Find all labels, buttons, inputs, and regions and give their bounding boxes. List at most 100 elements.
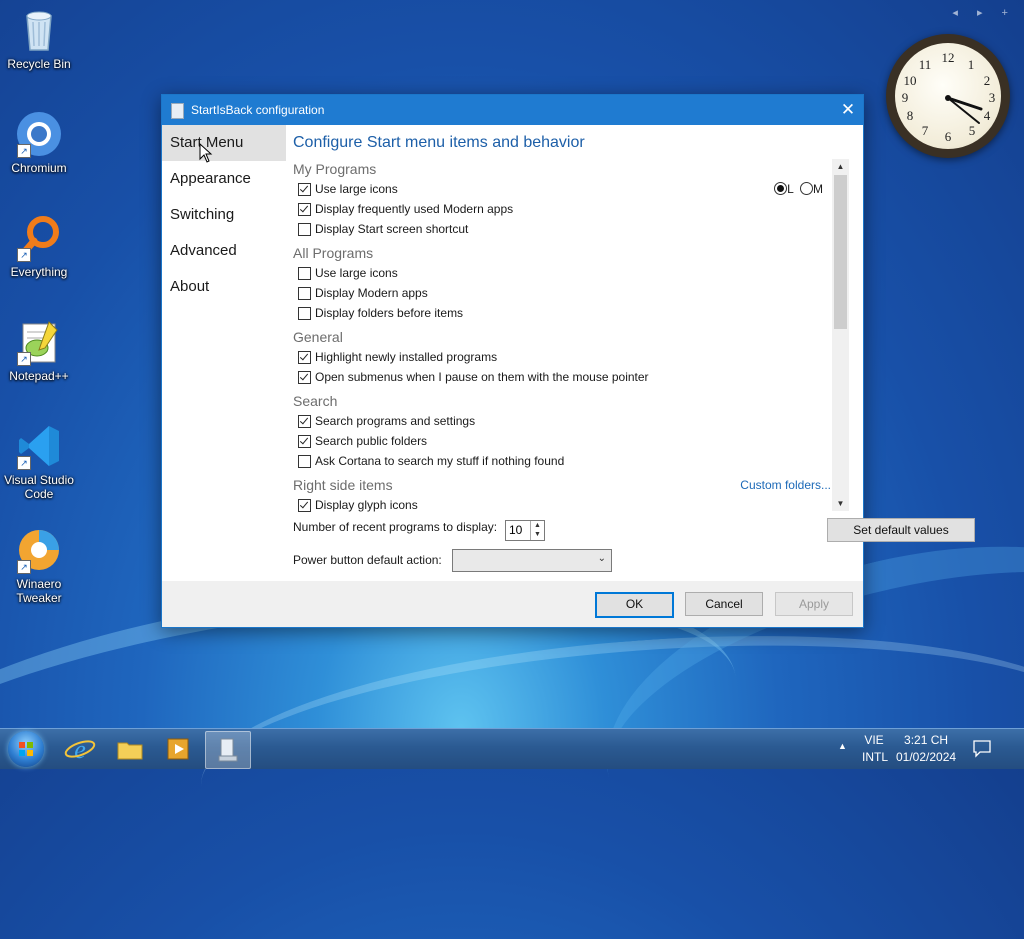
desktop-icon-recycle-bin[interactable]: Recycle Bin — [0, 6, 78, 71]
scroll-up-icon[interactable]: ▲ — [832, 159, 849, 174]
desktop-icon-label: Notepad++ — [9, 369, 69, 383]
tray-overflow-button[interactable]: ▲ — [838, 741, 847, 751]
option-gen-highlight[interactable]: Highlight newly installed programs — [293, 347, 831, 367]
taskbar-internet-explorer[interactable]: e — [58, 731, 102, 767]
sidebar-item-appearance[interactable]: Appearance — [162, 161, 286, 197]
radio-m[interactable] — [800, 182, 813, 195]
shortcut-arrow-icon: ↗ — [17, 560, 31, 574]
option-mp-large-icons[interactable]: Use large icons L M — [293, 179, 831, 199]
radio-l[interactable] — [774, 182, 788, 195]
stepper-value[interactable]: 10 — [509, 523, 522, 537]
option-label: Use large icons — [315, 182, 398, 196]
option-label: Use large icons — [315, 266, 398, 280]
windows-logo-icon — [19, 742, 33, 756]
section-general: General — [293, 329, 343, 345]
shortcut-arrow-icon: ↗ — [17, 144, 31, 158]
taskbar-media-player[interactable] — [156, 731, 200, 767]
checkbox[interactable] — [298, 499, 311, 512]
checkbox[interactable] — [298, 435, 311, 448]
section-my-programs: My Programs — [293, 161, 377, 177]
section-search: Search — [293, 393, 338, 409]
gadget-nav[interactable]: ◂ ▸ + — [952, 6, 1016, 19]
checkbox[interactable] — [298, 267, 311, 280]
option-label: Display frequently used Modern apps — [315, 202, 514, 216]
option-gen-submenus[interactable]: Open submenus when I pause on them with … — [293, 367, 831, 387]
radio-l-label: L — [787, 182, 794, 196]
svg-text:12: 12 — [942, 50, 955, 65]
option-label: Display folders before items — [315, 306, 464, 320]
option-mp-modern-apps[interactable]: Display frequently used Modern apps — [293, 199, 831, 219]
option-search-public[interactable]: Search public folders — [293, 431, 831, 451]
option-search-cortana[interactable]: Ask Cortana to search my stuff if nothin… — [293, 451, 831, 471]
option-label: Ask Cortana to search my stuff if nothin… — [315, 454, 565, 468]
power-action-select[interactable]: ⌄ — [452, 549, 612, 572]
title-bar[interactable]: StartIsBack configuration ✕ — [162, 95, 863, 125]
apply-button[interactable]: Apply — [775, 592, 853, 616]
custom-folders-link[interactable]: Custom folders... — [740, 475, 831, 495]
svg-text:5: 5 — [969, 123, 976, 138]
clock-face: 12 1 2 3 45 6 78 9 10 11 — [895, 43, 1001, 149]
language-top: VIE — [864, 733, 884, 747]
option-rs-glyph[interactable]: Display glyph icons — [293, 495, 831, 515]
sidebar: Start Menu Appearance Switching Advanced… — [162, 125, 286, 581]
icon-size-radio-group: L M — [774, 179, 823, 199]
option-label: Display Modern apps — [315, 286, 428, 300]
action-center-button[interactable] — [972, 738, 992, 761]
section-right-side: Right side items Custom folders... — [293, 475, 831, 495]
checkbox[interactable] — [298, 415, 311, 428]
cancel-button[interactable]: Cancel — [685, 592, 763, 616]
close-button[interactable]: ✕ — [833, 95, 863, 125]
desktop-icon-label: Everything — [10, 265, 68, 279]
vertical-scrollbar[interactable]: ▲ ▼ — [832, 159, 849, 511]
stepper-arrows-icon[interactable]: ▲ ▼ — [530, 521, 544, 540]
option-label: Display Start screen shortcut — [315, 222, 469, 236]
checkbox[interactable] — [298, 287, 311, 300]
desktop-icon-everything[interactable]: ↗ Everything — [0, 214, 78, 279]
option-label: Display glyph icons — [315, 498, 418, 512]
option-search-programs[interactable]: Search programs and settings — [293, 411, 831, 431]
ok-button[interactable]: OK — [595, 592, 674, 618]
recent-programs-stepper[interactable]: 10 ▲ ▼ — [505, 520, 545, 541]
shortcut-arrow-icon: ↗ — [17, 352, 31, 366]
sidebar-item-start-menu[interactable]: Start Menu — [162, 125, 286, 161]
sidebar-item-switching[interactable]: Switching — [162, 197, 286, 233]
scroll-down-icon[interactable]: ▼ — [832, 496, 849, 511]
set-default-values-button[interactable]: Set default values — [827, 518, 975, 542]
desktop-icon-label: Visual Studio Code — [4, 473, 74, 501]
taskbar-file-explorer[interactable] — [108, 731, 152, 767]
language-indicator[interactable]: VIE INTL — [862, 733, 888, 764]
checkbox[interactable] — [298, 307, 311, 320]
clock-display[interactable]: 3:21 CH 01/02/2024 — [896, 733, 956, 764]
startisback-config-icon — [218, 738, 238, 762]
scroll-thumb[interactable] — [834, 175, 847, 329]
checkbox[interactable] — [298, 455, 311, 468]
sidebar-item-about[interactable]: About — [162, 269, 286, 305]
option-mp-start-screen[interactable]: Display Start screen shortcut — [293, 219, 831, 239]
checkbox[interactable] — [298, 183, 311, 196]
desktop-icon-winaero-tweaker[interactable]: ↗ Winaero Tweaker — [0, 526, 78, 605]
date-text: 01/02/2024 — [896, 750, 957, 764]
checkbox[interactable] — [298, 371, 311, 384]
checkbox[interactable] — [298, 223, 311, 236]
option-ap-modern-apps[interactable]: Display Modern apps — [293, 283, 831, 303]
svg-text:8: 8 — [907, 108, 914, 123]
notification-icon — [973, 740, 991, 758]
option-label: Search programs and settings — [315, 414, 476, 428]
time-text: 3:21 CH — [904, 733, 949, 747]
option-ap-folders-before[interactable]: Display folders before items — [293, 303, 831, 323]
winaero-tweaker-icon: ↗ — [15, 526, 63, 574]
svg-text:3: 3 — [989, 90, 996, 105]
taskbar-startisback-config[interactable] — [205, 731, 251, 769]
sidebar-item-advanced[interactable]: Advanced — [162, 233, 286, 269]
option-ap-large-icons[interactable]: Use large icons — [293, 263, 831, 283]
vscode-icon: ↗ — [15, 422, 63, 470]
checkbox[interactable] — [298, 351, 311, 364]
desktop-icon-vscode[interactable]: ↗ Visual Studio Code — [0, 422, 78, 501]
desktop-icon-chromium[interactable]: ↗ Chromium — [0, 110, 78, 175]
shortcut-arrow-icon: ↗ — [17, 456, 31, 470]
notepadpp-icon: ↗ — [15, 318, 63, 366]
start-button[interactable] — [8, 731, 44, 767]
desktop-icon-notepadpp[interactable]: ↗ Notepad++ — [0, 318, 78, 383]
checkbox[interactable] — [298, 203, 311, 216]
clock-gadget[interactable]: 12 1 2 3 45 6 78 9 10 11 — [886, 34, 1010, 158]
